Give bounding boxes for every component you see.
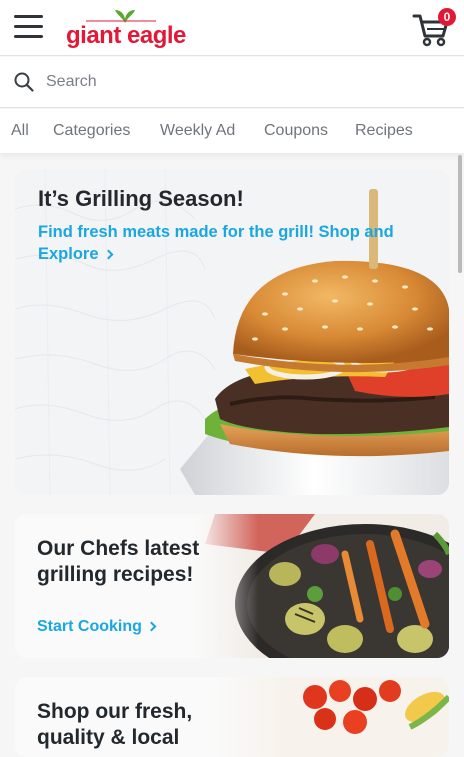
hero-title: It’s Grilling Season! — [38, 186, 244, 211]
produce-card-title: Shop our fresh, quality & local — [37, 700, 193, 749]
produce-image — [215, 677, 449, 757]
explore-label: Explore — [38, 245, 99, 263]
cart-count-badge: 0 — [438, 8, 456, 26]
nav-item-all[interactable]: All — [11, 122, 29, 140]
scrollbar[interactable] — [458, 155, 462, 273]
burger-image — [15, 169, 449, 495]
menu-icon[interactable] — [14, 14, 44, 40]
search-input[interactable] — [46, 69, 446, 95]
search-icon[interactable] — [14, 72, 34, 92]
chevron-right-icon — [103, 249, 113, 260]
nav-item-weekly-ad[interactable]: Weekly Ad — [160, 122, 235, 140]
explore-link[interactable]: Explore — [38, 245, 113, 263]
grilled-vegetables-image — [195, 514, 449, 658]
grilling-season-banner[interactable]: It’s Grilling Season! Find fresh meats m… — [15, 169, 449, 495]
chefs-card-title: Our Chefs latest grilling recipes! — [37, 537, 200, 586]
nav-item-categories[interactable]: Categories — [53, 122, 130, 140]
start-cooking-label: Start Cooking — [37, 618, 142, 635]
produce-card[interactable]: Shop our fresh, quality & local — [15, 677, 449, 757]
app-header: giant eagle 0 — [0, 0, 464, 56]
cart-button[interactable]: 0 — [410, 8, 456, 48]
search-bar — [0, 57, 464, 108]
chefs-recipes-card[interactable]: Our Chefs latest grilling recipes! Start… — [15, 514, 449, 658]
start-cooking-link[interactable]: Start Cooking — [37, 618, 157, 636]
nav-item-recipes[interactable]: Recipes — [355, 122, 413, 140]
giant-eagle-logo[interactable]: giant eagle — [66, 9, 186, 49]
logo-text: giant eagle — [66, 22, 186, 49]
category-nav: All Categories Weekly Ad Coupons Recipes — [0, 109, 464, 153]
nav-item-coupons[interactable]: Coupons — [264, 122, 328, 140]
hero-subtitle[interactable]: Find fresh meats made for the grill! Sho… — [38, 221, 428, 265]
hero-subtitle-text: Find fresh meats made for the grill! Sho… — [38, 223, 394, 241]
chevron-right-icon — [146, 621, 157, 632]
